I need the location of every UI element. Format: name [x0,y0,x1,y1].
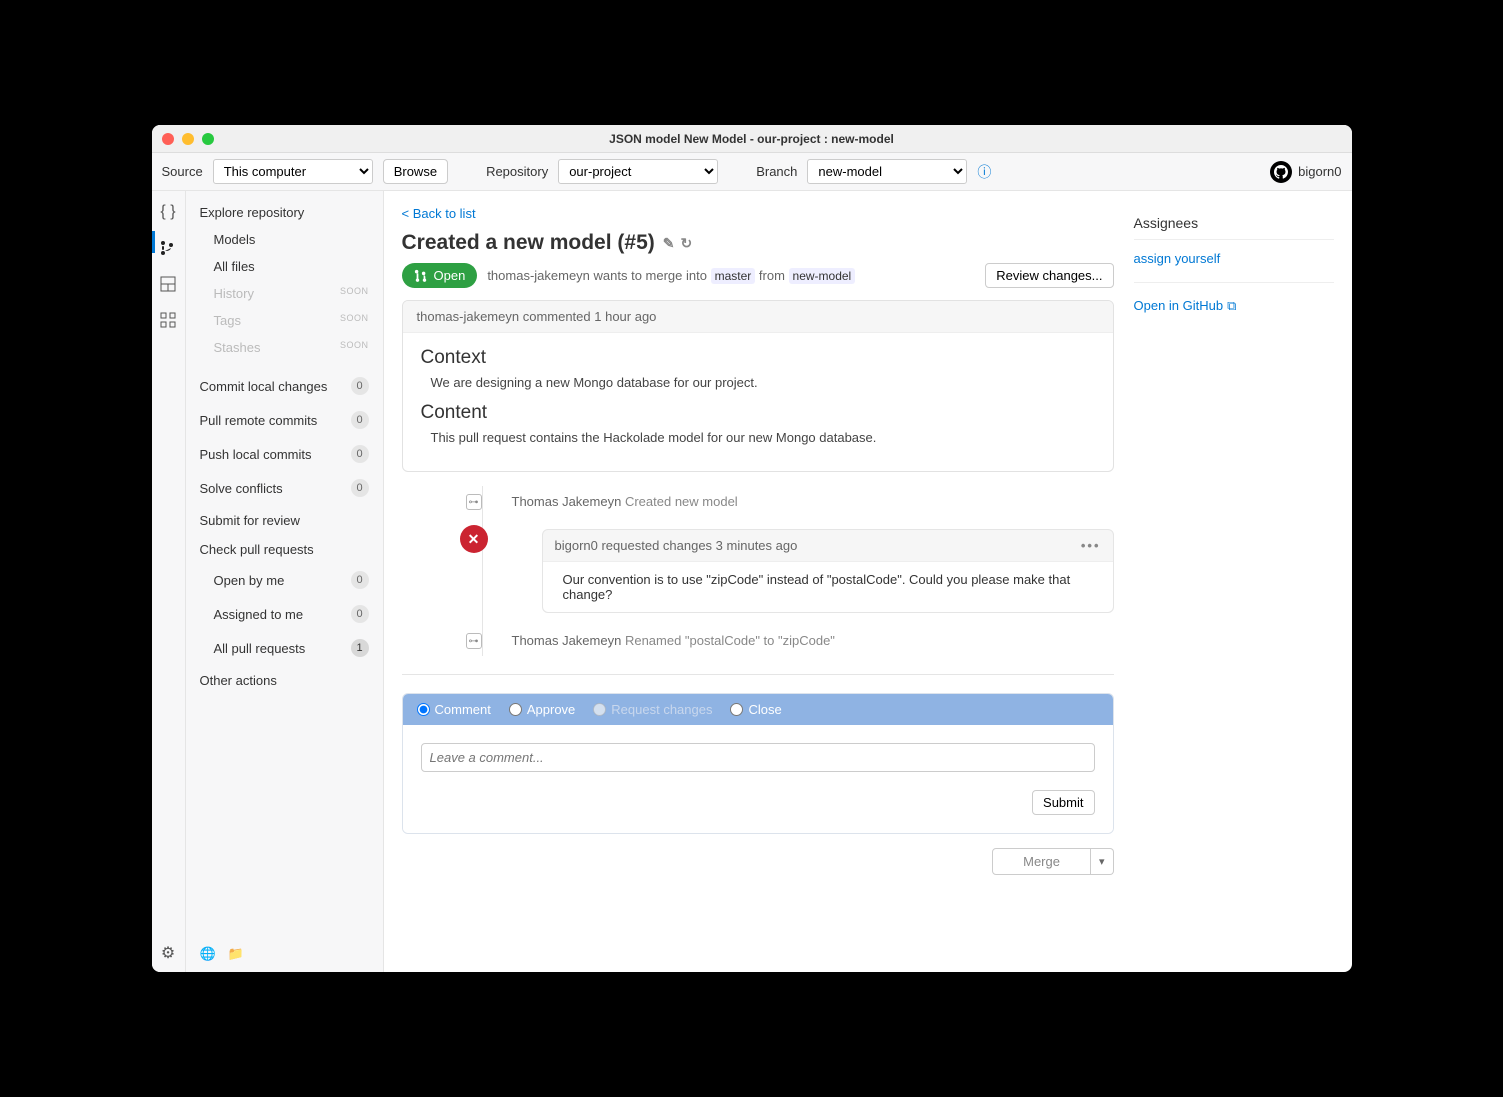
merge-description: thomas-jakemeyn wants to merge into mast… [487,268,855,283]
close-window-icon[interactable] [162,133,174,145]
info-icon[interactable]: ⓘ [977,162,991,182]
external-link-icon: ⧉ [1227,298,1236,314]
github-icon [1270,161,1292,183]
content-heading: Content [421,402,1095,424]
tab-request-changes[interactable]: Request changes [593,702,712,717]
sidebar-check[interactable]: Check pull requests [186,536,383,563]
content-area: < Back to list Created a new model (#5) … [384,191,1352,972]
user-area[interactable]: bigorn0 [1270,161,1341,183]
review-body: Our convention is to use "zipCode" inste… [543,561,1113,612]
pr-description-box: thomas-jakemeyn commented 1 hour ago Con… [402,300,1114,472]
review-header: bigorn0 requested changes 3 minutes ago [555,538,798,553]
gear-icon[interactable]: ⚙ [159,944,177,962]
branch-select[interactable]: new-model [807,159,967,184]
sidebar-assigned[interactable]: Assigned to me0 [186,597,383,631]
submit-button[interactable]: Submit [1032,790,1094,815]
commit-event-2: ⊶ Thomas Jakemeyn Renamed "postalCode" t… [482,625,1114,656]
browse-button[interactable]: Browse [383,159,448,184]
tab-approve[interactable]: Approve [509,702,575,717]
back-to-list-link[interactable]: < Back to list [402,206,476,221]
sidebar-openbyme[interactable]: Open by me0 [186,563,383,597]
layout-icon[interactable] [159,275,177,293]
sidebar-solve[interactable]: Solve conflicts0 [186,471,383,505]
timeline: ⊶ Thomas Jakemeyn Created new model ✕ bi… [402,486,1114,656]
open-status-badge: Open [402,263,478,288]
commit-count-badge: 0 [351,377,369,395]
assign-yourself-link[interactable]: assign yourself [1134,251,1221,266]
merge-row: Merge ▾ [402,848,1114,875]
review-event: ✕ bigorn0 requested changes 3 minutes ag… [482,517,1114,625]
status-row: Open thomas-jakemeyn wants to merge into… [402,263,1114,288]
source-select[interactable]: This computer [213,159,373,184]
open-in-github-link[interactable]: Open in GitHub ⧉ [1134,298,1237,314]
source-label: Source [162,164,203,179]
minimize-window-icon[interactable] [182,133,194,145]
assigned-count-badge: 0 [351,605,369,623]
review-comment-box: bigorn0 requested changes 3 minutes ago … [542,529,1114,613]
changes-requested-icon: ✕ [460,525,488,553]
sidebar-push[interactable]: Push local commits0 [186,437,383,471]
repository-select[interactable]: our-project [558,159,718,184]
main-row: { } ⚙ Explore repository Models All file… [152,191,1352,972]
solve-count-badge: 0 [351,479,369,497]
braces-icon[interactable]: { } [159,203,177,221]
pull-count-badge: 0 [351,411,369,429]
sidebar-allpr[interactable]: All pull requests1 [186,631,383,665]
tab-comment[interactable]: Comment [417,702,491,717]
globe-icon[interactable]: 🌐 [200,946,216,962]
right-pane: Assignees assign yourself Open in GitHub… [1134,205,1334,958]
comment-input[interactable] [421,743,1095,772]
merge-dropdown-button[interactable]: ▾ [1091,848,1114,875]
grid-icon[interactable] [159,311,177,329]
sidebar-submit[interactable]: Submit for review [186,505,383,536]
commit-event: ⊶ Thomas Jakemeyn Created new model [482,486,1114,517]
pr-title: Created a new model (#5) ✎ ↻ [402,231,1114,255]
sidebar-allfiles[interactable]: All files [186,253,383,280]
respond-box: Comment Approve Request changes Close Su… [402,693,1114,834]
folder-icon[interactable]: 📁 [228,946,244,962]
titlebar: JSON model New Model - our-project : new… [152,125,1352,153]
pencil-icon[interactable]: ✎ [663,235,675,252]
sidebar-pull[interactable]: Pull remote commits0 [186,403,383,437]
sidebar-models[interactable]: Models [186,226,383,253]
window-title: JSON model New Model - our-project : new… [609,132,894,146]
openbyme-count-badge: 0 [351,571,369,589]
sidebar: Explore repository Models All files Hist… [186,191,384,972]
pr-icon [414,269,428,283]
sidebar-explore[interactable]: Explore repository [186,199,383,226]
pr-main: < Back to list Created a new model (#5) … [402,205,1114,958]
sidebar-commit[interactable]: Commit local changes0 [186,369,383,403]
pr-description-header: thomas-jakemeyn commented 1 hour ago [403,301,1113,333]
username: bigorn0 [1298,164,1341,179]
push-count-badge: 0 [351,445,369,463]
branch-icon[interactable] [159,239,177,257]
maximize-window-icon[interactable] [202,133,214,145]
sidebar-other[interactable]: Other actions [186,665,383,696]
repository-label: Repository [486,164,548,179]
refresh-icon[interactable]: ↻ [680,235,692,252]
context-body: We are designing a new Mongo database fo… [421,375,1095,390]
content-body: This pull request contains the Hackolade… [421,430,1095,445]
sidebar-history: HistorySOON [186,280,383,307]
context-heading: Context [421,347,1095,369]
left-rail: { } ⚙ [152,191,186,972]
review-changes-button[interactable]: Review changes... [985,263,1113,288]
more-options-icon[interactable]: ••• [1081,538,1101,553]
app-window: JSON model New Model - our-project : new… [152,125,1352,972]
allpr-count-badge: 1 [351,639,369,657]
traffic-lights [162,133,214,145]
commit-icon: ⊶ [466,494,482,510]
commit-icon: ⊶ [466,633,482,649]
respond-tabs: Comment Approve Request changes Close [403,694,1113,725]
sidebar-stashes: StashesSOON [186,334,383,361]
assignees-heading: Assignees [1134,215,1334,240]
tab-close[interactable]: Close [730,702,781,717]
sidebar-tags: TagsSOON [186,307,383,334]
branch-label: Branch [756,164,797,179]
topbar: Source This computer Browse Repository o… [152,153,1352,191]
sidebar-footer: 🌐 📁 [186,936,383,972]
merge-button[interactable]: Merge [992,848,1091,875]
